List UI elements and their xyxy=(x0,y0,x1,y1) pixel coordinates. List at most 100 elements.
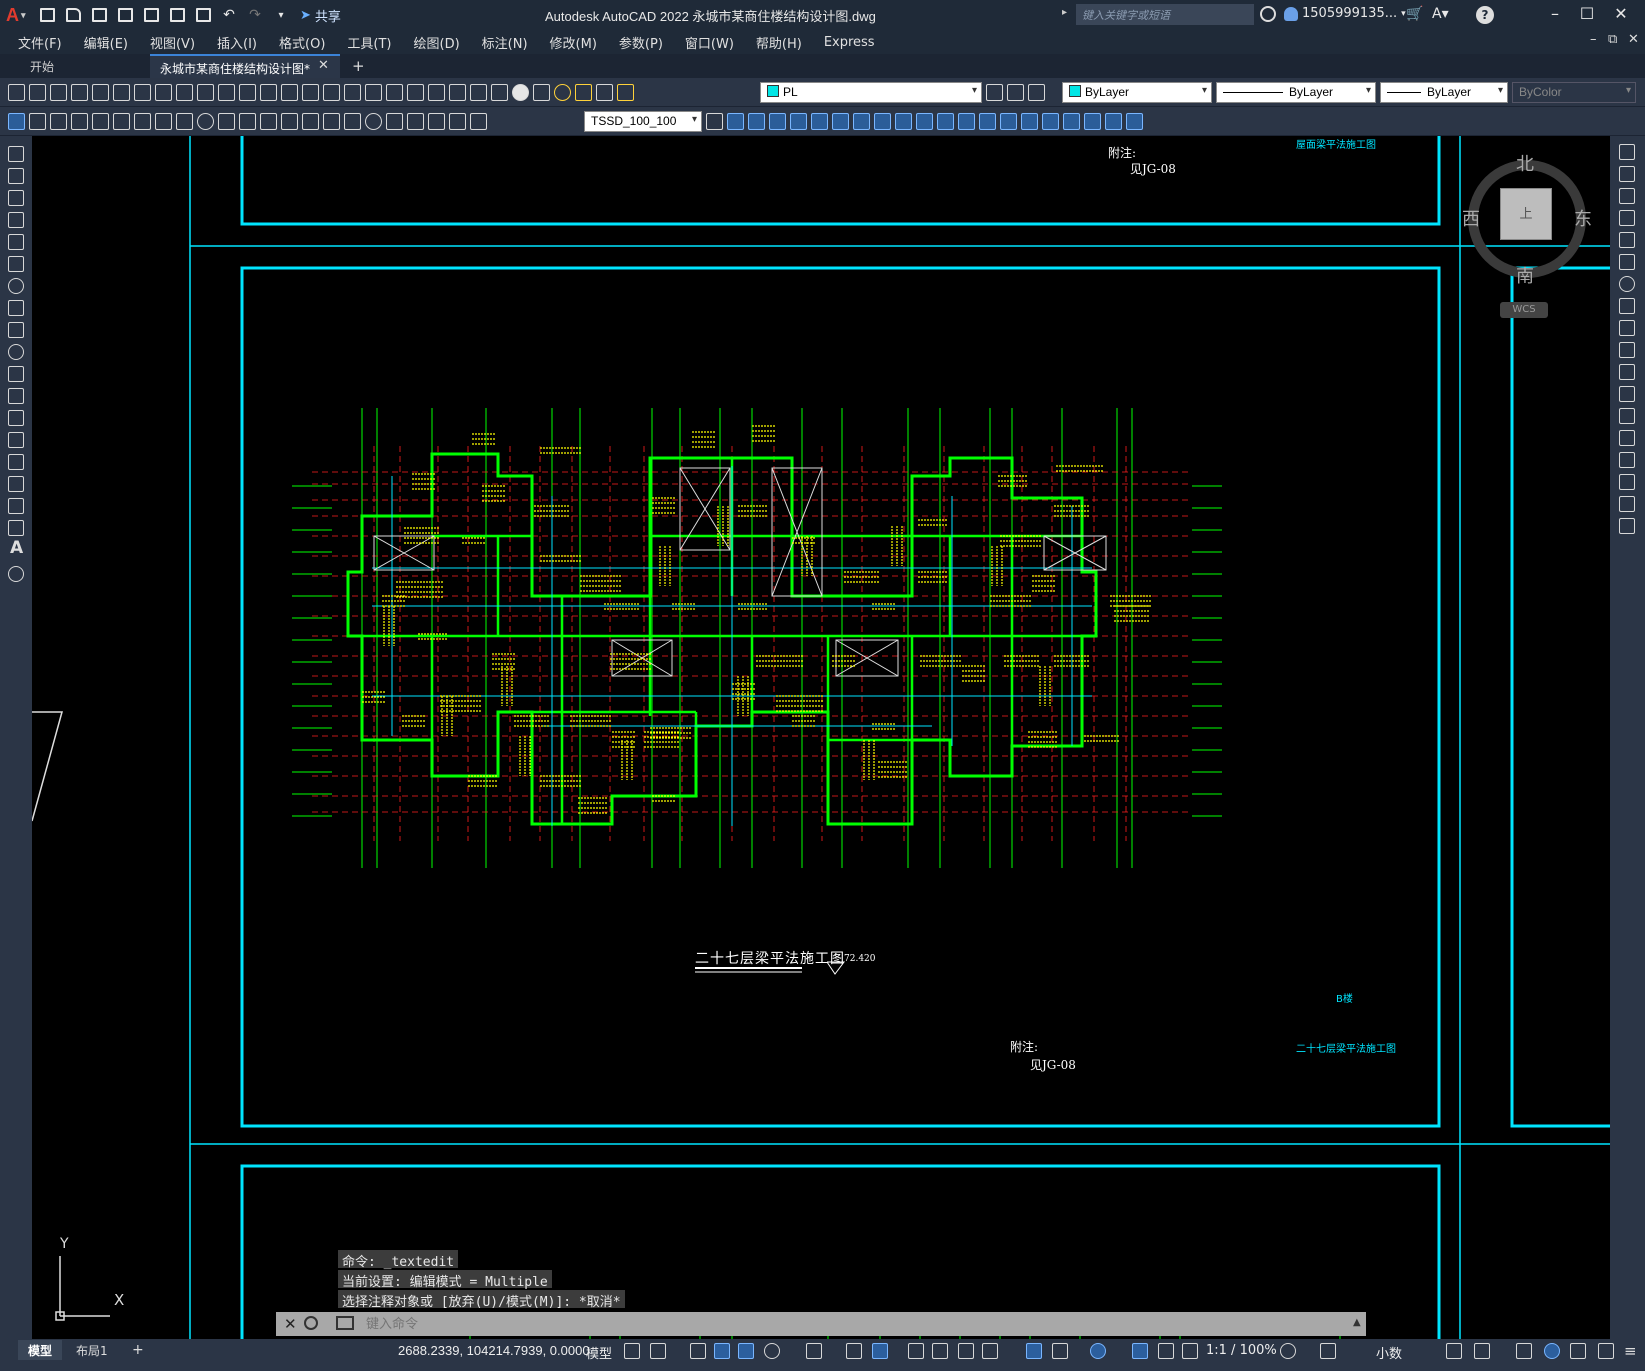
chamfer-icon[interactable] xyxy=(1000,113,1017,130)
draworder-icon[interactable] xyxy=(1063,113,1080,130)
fillet-tool-icon[interactable] xyxy=(1619,474,1635,490)
pan-icon[interactable] xyxy=(302,84,319,101)
diameter-dim-icon[interactable] xyxy=(197,113,214,130)
quick-properties-icon[interactable] xyxy=(1446,1343,1462,1359)
menu-draw[interactable]: 绘图(D) xyxy=(414,33,460,52)
array-icon[interactable] xyxy=(811,113,828,130)
tolerance-icon[interactable] xyxy=(344,113,361,130)
publish-icon[interactable] xyxy=(113,84,130,101)
ortho-icon[interactable] xyxy=(738,1343,754,1359)
copy-tool-icon[interactable] xyxy=(1619,166,1635,182)
menu-view[interactable]: 视图(V) xyxy=(150,33,195,52)
layer-on-bulb-icon[interactable] xyxy=(554,84,571,101)
layer-lock-icon[interactable] xyxy=(617,84,634,101)
menu-file[interactable]: 文件(F) xyxy=(18,33,62,52)
erase-tool-icon[interactable] xyxy=(1619,144,1635,160)
match-properties-icon[interactable] xyxy=(218,84,235,101)
break-icon[interactable] xyxy=(958,113,975,130)
mirror-icon[interactable] xyxy=(769,113,786,130)
stretch-icon[interactable] xyxy=(895,113,912,130)
move-icon[interactable] xyxy=(832,113,849,130)
sheet-set-icon[interactable] xyxy=(449,84,466,101)
annotation-visibility-icon[interactable] xyxy=(1132,1343,1148,1359)
cut-icon[interactable] xyxy=(155,84,172,101)
construction-line-icon[interactable] xyxy=(8,168,24,184)
dim-text-edit-icon[interactable] xyxy=(449,113,466,130)
command-input[interactable] xyxy=(366,1314,1326,1334)
viewcube-south[interactable]: 南 xyxy=(1516,262,1534,288)
dimstyle-dropdown[interactable]: TSSD_100_100 ▾ xyxy=(584,111,702,132)
inspection-icon[interactable] xyxy=(386,113,403,130)
layout-tab-layout1[interactable]: 布局1 xyxy=(66,1340,118,1360)
workspace-gear-icon[interactable] xyxy=(1280,1343,1296,1359)
dim-update-icon[interactable] xyxy=(470,113,487,130)
scale-tool-icon[interactable] xyxy=(1619,298,1635,314)
join-icon[interactable] xyxy=(979,113,996,130)
add-layout-icon[interactable]: + xyxy=(122,1340,154,1360)
layer-previous-icon[interactable] xyxy=(1007,84,1024,101)
isolate-icon[interactable] xyxy=(1126,113,1143,130)
baseline-dim-icon[interactable] xyxy=(260,113,277,130)
dim-edit-icon[interactable] xyxy=(428,113,445,130)
transparency-icon[interactable] xyxy=(932,1343,948,1359)
color-dropdown[interactable]: ByLayer ▾ xyxy=(1062,82,1212,103)
polyline-icon[interactable] xyxy=(8,190,24,206)
fillet-icon[interactable] xyxy=(1021,113,1038,130)
command-close-icon[interactable]: ✕ xyxy=(284,1315,297,1333)
scale-icon[interactable] xyxy=(874,113,891,130)
layer-states-icon[interactable] xyxy=(1028,84,1045,101)
continue-dim-icon[interactable] xyxy=(281,113,298,130)
lineweight-display-icon[interactable] xyxy=(908,1343,924,1359)
maximize-icon[interactable]: ☐ xyxy=(1572,4,1602,23)
doc-minimize-icon[interactable]: – xyxy=(1590,32,1597,47)
redo-icon[interactable] xyxy=(281,84,298,101)
mtext-icon[interactable] xyxy=(29,113,46,130)
dim-style-manager-icon[interactable] xyxy=(706,113,723,130)
viewcube-north[interactable]: 北 xyxy=(1516,150,1534,176)
tab-drawing[interactable]: 永城市某商住楼结构设计图* xyxy=(150,54,340,78)
quick-dim-icon[interactable] xyxy=(239,113,256,130)
search-expand-icon[interactable]: ▸ xyxy=(1062,7,1067,18)
blend-curves-icon[interactable] xyxy=(1619,496,1635,512)
menu-insert[interactable]: 插入(I) xyxy=(217,33,257,52)
table-style-icon[interactable] xyxy=(50,113,67,130)
status-menu-icon[interactable]: ≡ xyxy=(1624,1342,1637,1360)
viewcube-west[interactable]: 西 xyxy=(1462,205,1480,231)
doc-restore-icon[interactable]: ⧉ xyxy=(1608,32,1617,47)
close-icon[interactable]: ✕ xyxy=(1606,4,1636,23)
hatch-icon[interactable] xyxy=(8,454,24,470)
autodesk-app-icon[interactable]: A▾ xyxy=(1432,6,1449,22)
gradient-icon[interactable] xyxy=(8,476,24,492)
ordinate-dim-icon[interactable] xyxy=(134,113,151,130)
layer-dropdown[interactable]: PL ▾ xyxy=(760,82,982,103)
markup-icon[interactable] xyxy=(470,84,487,101)
open-folder-icon[interactable] xyxy=(62,4,84,26)
new-tab-icon[interactable]: + xyxy=(352,57,365,75)
plot-icon[interactable] xyxy=(71,84,88,101)
trim-tool-icon[interactable] xyxy=(1619,342,1635,358)
polygon-icon[interactable] xyxy=(8,212,24,228)
units-dropdown[interactable]: 小数 xyxy=(1376,1343,1402,1362)
zoom-window-icon[interactable] xyxy=(344,84,361,101)
point-icon[interactable] xyxy=(8,432,24,448)
help-icon[interactable] xyxy=(512,84,529,101)
isolate-objects-icon[interactable] xyxy=(1516,1343,1532,1359)
web-mobile-save-icon[interactable] xyxy=(166,4,188,26)
viewcube-top-face[interactable]: 上 xyxy=(1500,188,1552,240)
angular-dim-icon[interactable] xyxy=(218,113,235,130)
save-icon[interactable] xyxy=(50,84,67,101)
menu-help[interactable]: 帮助(H) xyxy=(756,33,802,52)
plotstyle-dropdown[interactable]: ByColor ▾ xyxy=(1512,82,1636,103)
drawing-svg[interactable] xyxy=(32,136,1610,1339)
undo-icon[interactable] xyxy=(260,84,277,101)
selection-filter-icon[interactable] xyxy=(1052,1343,1068,1359)
offset-tool-icon[interactable] xyxy=(1619,210,1635,226)
region-icon[interactable] xyxy=(8,498,24,514)
layer-properties-icon[interactable] xyxy=(533,84,550,101)
search-input[interactable]: 键入关键字或短语 xyxy=(1076,4,1254,25)
layout-tab-model[interactable]: 模型 xyxy=(18,1340,63,1360)
offset-icon[interactable] xyxy=(790,113,807,130)
command-recent-icon[interactable] xyxy=(336,1316,354,1330)
jogged-linear-icon[interactable] xyxy=(407,113,424,130)
3d-osnap-icon[interactable] xyxy=(982,1343,998,1359)
